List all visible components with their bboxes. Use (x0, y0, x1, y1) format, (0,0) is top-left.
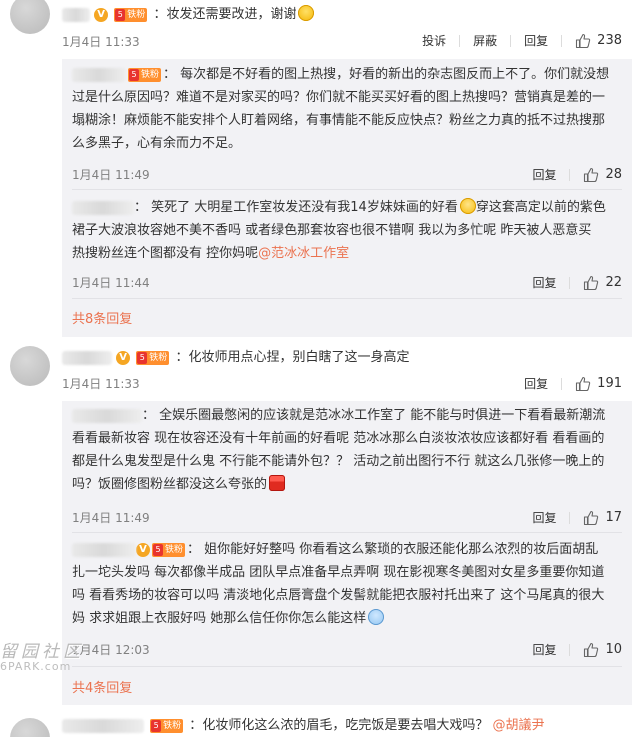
smile-emoji-icon (298, 5, 315, 21)
comment-actions: 投诉 屏蔽 回复 238 (422, 32, 622, 49)
username[interactable] (62, 718, 144, 733)
thumbs-up-icon (576, 376, 591, 391)
fan-badge: 5 铁粉 (128, 67, 162, 82)
comment: V 5 铁粉 ：化妆师用点心捏，别白瞎了这一身高定 (62, 348, 630, 368)
fan-badge: 5 铁粉 (114, 7, 148, 22)
fan-badge: 5 铁粉 (150, 718, 184, 733)
like-count: 238 (597, 33, 622, 48)
reply-username[interactable] (72, 67, 126, 82)
divider (72, 532, 622, 533)
like-count: 191 (597, 376, 622, 391)
fan-badge: 5 铁粉 (152, 542, 186, 557)
reply-time: 1月4日 11:49 (72, 511, 150, 525)
reply-actions: 回复 17 (532, 509, 622, 526)
mention-link[interactable]: @范冰冰工作室 (258, 246, 349, 261)
like-button[interactable]: 238 (575, 33, 622, 49)
comment-line: V 5 铁粉 ：妆发还需要改进，谢谢 (62, 5, 630, 25)
avatar[interactable] (10, 718, 50, 737)
reply-actions: 回复 22 (532, 274, 622, 291)
avatar[interactable] (10, 346, 50, 386)
divider (72, 189, 622, 190)
thumbs-up-icon (576, 33, 591, 48)
verified-icon: V (94, 7, 109, 22)
reply-time: 1月4日 11:49 (72, 168, 150, 182)
reply-button[interactable]: 回复 (532, 274, 556, 291)
reply-username[interactable] (72, 408, 142, 423)
comment: 5 铁粉 ：化妆师化这么浓的眉毛，吃完饭是要去唱大戏吗？ @胡議尹 (62, 716, 630, 736)
comment-text: 妆发还需要改进，谢谢 (166, 7, 297, 22)
reply-text: 5 铁粉： 每次都是不好看的图上热搜，好看的新出的杂志图反而上不了。你们就没想 过… (72, 67, 610, 151)
reply-text: ： 笑死了 大明星工作室妆发还没有我14岁妹妹画的好看 穿这套高定以前的紫色 裙子… (72, 198, 606, 261)
gift-emoji-icon (269, 475, 286, 491)
divider (72, 666, 622, 667)
username[interactable] (62, 350, 112, 365)
reply-username[interactable] (72, 542, 136, 557)
thumbs-up-icon (584, 167, 599, 182)
mention-link[interactable]: @胡議尹 (492, 718, 544, 733)
like-count: 17 (605, 510, 622, 525)
verified-icon: V (136, 542, 150, 557)
like-button[interactable]: 28 (583, 167, 622, 183)
like-button[interactable]: 191 (575, 376, 622, 392)
reply-button[interactable]: 回复 (532, 166, 556, 183)
sweat-emoji-icon (368, 609, 385, 625)
reply-button[interactable]: 回复 (532, 641, 556, 658)
reply-actions: 回复 10 (532, 641, 622, 658)
tears-emoji-icon (459, 198, 476, 214)
like-button[interactable]: 22 (583, 275, 622, 291)
thumbs-up-icon (584, 642, 599, 657)
reply-text: ： 全娱乐圈最憋闲的应该就是范冰冰工作室了 能不能与时俱进一下看看最新潮流 看看… (72, 408, 606, 492)
like-count: 22 (605, 275, 622, 290)
watermark: 留园社区 6PARK.com (0, 637, 110, 677)
username[interactable] (62, 7, 90, 22)
thumbs-up-icon (584, 510, 599, 525)
reply-box: ： 全娱乐圈最憋闲的应该就是范冰冰工作室了 能不能与时俱进一下看看最新潮流 看看… (62, 401, 632, 705)
like-count: 28 (605, 167, 622, 182)
like-count: 10 (605, 642, 622, 657)
more-replies-link[interactable]: 共8条回复 (72, 308, 132, 327)
reply-item: 5 铁粉： 每次都是不好看的图上热搜，好看的新出的杂志图反而上不了。你们就没想 过… (72, 63, 622, 155)
reply-time: 1月4日 11:44 (72, 276, 150, 290)
like-button[interactable]: 17 (583, 510, 622, 526)
fan-badge: 5 铁粉 (136, 350, 170, 365)
verified-icon: V (116, 350, 131, 365)
watermark-domain: 6PARK.com (0, 660, 72, 673)
reply-box: 5 铁粉： 每次都是不好看的图上热搜，好看的新出的杂志图反而上不了。你们就没想 过… (62, 59, 632, 337)
reply-item: V 5 铁粉： 姐你能好好整吗 你看看这么繁琐的衣服还能化那么浓烈的妆后面胡乱 扎一… (72, 538, 622, 630)
comment-text: 化妆师化这么浓的眉毛，吃完饭是要去唱大戏吗？ (202, 718, 489, 733)
comment-time: 1月4日 11:33 (62, 377, 140, 391)
comment-text: 化妆师用点心捏，别白瞎了这一身高定 (188, 350, 410, 365)
comment-line: 5 铁粉 ：化妆师化这么浓的眉毛，吃完饭是要去唱大戏吗？ @胡議尹 (62, 716, 630, 736)
reply-button[interactable]: 回复 (532, 509, 556, 526)
reply-username[interactable] (72, 200, 134, 215)
comment: V 5 铁粉 ：妆发还需要改进，谢谢 (62, 5, 630, 25)
report-button[interactable]: 投诉 (422, 32, 446, 49)
reply-button[interactable]: 回复 (524, 32, 548, 49)
reply-item: ： 笑死了 大明星工作室妆发还没有我14岁妹妹画的好看 穿这套高定以前的紫色 裙子… (72, 196, 622, 265)
reply-actions: 回复 28 (532, 166, 622, 183)
thumbs-up-icon (584, 275, 599, 290)
comment-time: 1月4日 11:33 (62, 35, 140, 49)
reply-item: ： 全娱乐圈最憋闲的应该就是范冰冰工作室了 能不能与时俱进一下看看最新潮流 看看… (72, 404, 622, 496)
watermark-text: 留园社区 (0, 642, 84, 662)
more-replies-link[interactable]: 共4条回复 (72, 677, 132, 696)
like-button[interactable]: 10 (583, 642, 622, 658)
divider (72, 298, 622, 299)
block-button[interactable]: 屏蔽 (473, 32, 497, 49)
comment-line: V 5 铁粉 ：化妆师用点心捏，别白瞎了这一身高定 (62, 348, 630, 368)
reply-button[interactable]: 回复 (524, 375, 548, 392)
reply-text: V 5 铁粉： 姐你能好好整吗 你看看这么繁琐的衣服还能化那么浓烈的妆后面胡乱 扎一… (72, 542, 605, 626)
avatar[interactable] (10, 0, 50, 34)
comment-actions: 回复 191 (524, 375, 622, 392)
